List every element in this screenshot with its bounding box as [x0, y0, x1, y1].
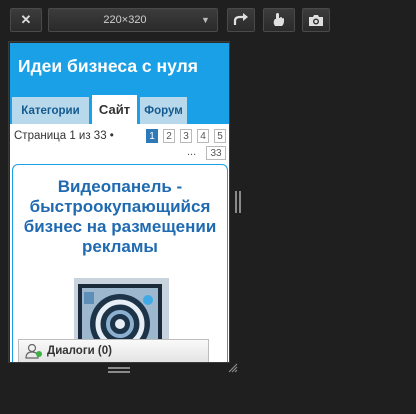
site-title[interactable]: Идеи бизнеса с нуля	[18, 56, 228, 77]
article-card: Видеопанель - быстроокупающийся бизнес н…	[12, 164, 228, 362]
page-indicator: Страница 1 из 33 •	[14, 130, 114, 142]
resize-handle-icon[interactable]	[235, 191, 241, 213]
close-button[interactable]: ✕	[10, 8, 42, 32]
touch-icon	[273, 13, 284, 26]
page-link-4[interactable]: 4	[197, 129, 209, 143]
tab-forum[interactable]: Форум	[140, 97, 187, 124]
camera-icon	[309, 14, 323, 26]
tab-categories[interactable]: Категории	[12, 97, 89, 124]
resize-corner-icon[interactable]	[228, 363, 238, 373]
tab-site[interactable]: Сайт	[92, 95, 137, 124]
chevron-down-icon: ▼	[201, 15, 210, 25]
page-link-5[interactable]: 5	[214, 129, 226, 143]
dialogs-label: Диалоги (0)	[47, 345, 112, 357]
page-link-2[interactable]: 2	[163, 129, 175, 143]
dialogs-bar[interactable]: Диалоги (0)	[18, 339, 209, 362]
page-link-last[interactable]: 33	[206, 146, 226, 160]
user-icon	[25, 343, 42, 359]
close-icon: ✕	[20, 12, 32, 27]
article-title[interactable]: Видеопанель - быстроокупающийся бизнес н…	[13, 177, 227, 257]
device-frame: Идеи бизнеса с нуля Категории Сайт Форум…	[8, 41, 230, 363]
device-size-value: 220×320	[103, 14, 147, 26]
page-ellipsis: ...	[187, 146, 197, 158]
device-size-select[interactable]: 220×320 ▼	[48, 8, 218, 32]
rotate-button[interactable]	[227, 8, 255, 32]
screenshot-button[interactable]	[302, 8, 330, 32]
pagination: Страница 1 из 33 • 1 2 3 4 5 ... 33	[10, 124, 229, 164]
page-link-3[interactable]: 3	[180, 129, 192, 143]
touch-mode-button[interactable]	[263, 8, 295, 32]
rotate-icon	[233, 13, 248, 25]
resize-handle-icon[interactable]	[108, 367, 130, 373]
device-screen: Идеи бизнеса с нуля Категории Сайт Форум…	[10, 43, 229, 362]
page-link-1[interactable]: 1	[146, 129, 158, 143]
